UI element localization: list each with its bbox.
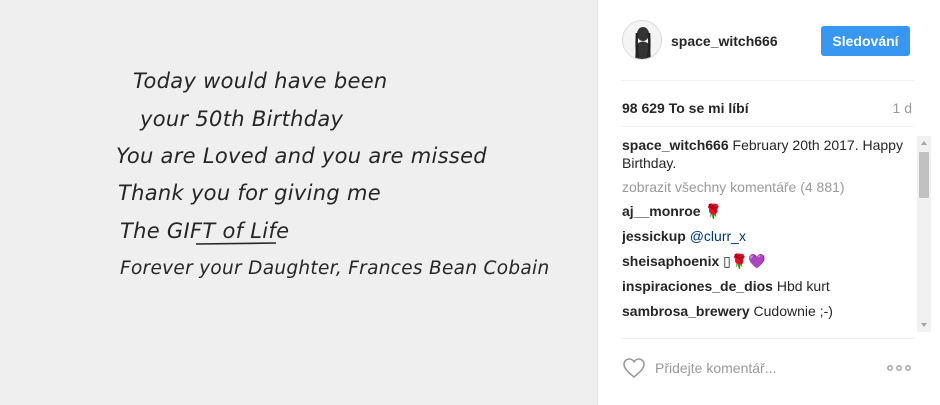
comment-username[interactable]: sheisaphoenix [622, 253, 719, 269]
caption: space_witch666 February 20th 2017. Happy… [622, 136, 914, 172]
note-line-5: The GIFT of Life [120, 219, 289, 243]
header-divider [621, 80, 914, 81]
comment-mention-link[interactable]: @clurr_x [690, 228, 746, 244]
caption-username[interactable]: space_witch666 [622, 137, 729, 153]
likes-label[interactable]: To se mi líbí [669, 100, 749, 116]
heart-outline-icon[interactable] [622, 356, 646, 380]
note-line-2: your 50th Birthday [139, 107, 344, 131]
comment-text: ▯🌹💜 [723, 253, 766, 269]
comments-scrollbar[interactable] [917, 136, 931, 332]
avatar-silhouette-icon [623, 21, 661, 59]
gift-underline [195, 242, 277, 245]
comment-username[interactable]: jessickup [622, 228, 686, 244]
comment-item: sheisaphoenix ▯🌹💜 [622, 252, 914, 270]
comment-item: sambrosa_brewery Cudownie ;-) [622, 302, 914, 320]
comment-text: Cudownie ;-) [753, 303, 833, 319]
comment-item: aj__monroe 🌹 [622, 202, 914, 220]
likes-divider [621, 126, 914, 127]
more-dots-icon[interactable] [884, 358, 914, 378]
note-line-3: You are Loved and you are missed [116, 144, 487, 168]
post-header: space_witch666 Sledování [599, 0, 940, 80]
likes-row: 98 629 To se mi líbí 1 d [622, 100, 912, 118]
add-comment-input[interactable] [655, 356, 855, 380]
handwritten-note: Today would have been your 50th Birthday… [116, 69, 550, 279]
comments-list: space_witch666 February 20th 2017. Happy… [622, 136, 914, 332]
comment-username[interactable]: sambrosa_brewery [622, 303, 750, 319]
footer-divider [621, 338, 914, 339]
scroll-up-arrow-icon[interactable] [917, 136, 931, 150]
comment-item: inspiraciones_de_dios Hbd kurt [622, 277, 914, 295]
comment-text: 🌹 [704, 203, 722, 219]
comment-text: Hbd kurt [776, 278, 830, 294]
note-line-1: Today would have been [133, 69, 388, 93]
note-line-4: Thank you for giving me [118, 181, 381, 205]
comment-item: jessickup @clurr_x [622, 227, 914, 245]
scrollbar-thumb[interactable] [919, 152, 929, 198]
header-username[interactable]: space_witch666 [671, 33, 778, 49]
note-line-6: Forever your Daughter, Frances Bean Coba… [120, 258, 550, 279]
likes-count[interactable]: 98 629 [622, 100, 665, 116]
load-more-comments-link[interactable]: zobrazit všechny komentáře (4 881) [622, 179, 914, 195]
post-sidebar: space_witch666 Sledování 98 629 To se mi… [599, 0, 940, 405]
post-time[interactable]: 1 d [893, 100, 912, 116]
comment-username[interactable]: aj__monroe [622, 203, 701, 219]
post-photo: Today would have been your 50th Birthday… [0, 0, 598, 405]
post-footer [599, 340, 940, 400]
comment-username[interactable]: inspiraciones_de_dios [622, 278, 773, 294]
follow-button[interactable]: Sledování [821, 26, 910, 56]
scroll-down-arrow-icon[interactable] [917, 318, 931, 332]
avatar[interactable] [622, 20, 662, 60]
